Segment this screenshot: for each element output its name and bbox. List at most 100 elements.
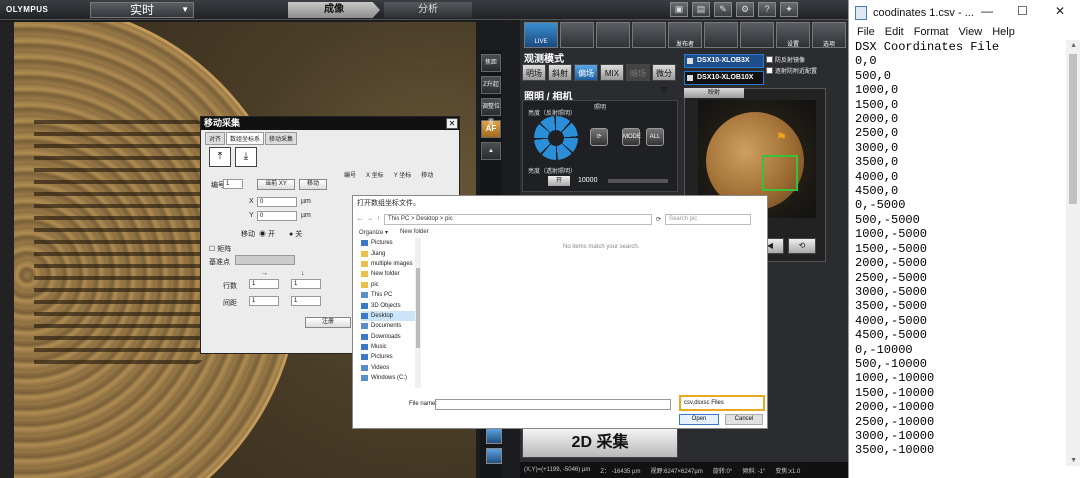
camera-icon[interactable]: ▣ — [670, 2, 688, 17]
search-input[interactable]: Search pic — [665, 213, 752, 225]
nav-item[interactable]: multiple images — [361, 259, 421, 269]
transmit-slider[interactable] — [608, 179, 668, 183]
tab-array-coords[interactable]: 数组坐标系 — [226, 132, 265, 145]
wrench-icon[interactable]: ✦ — [780, 2, 798, 17]
path-field[interactable]: This PC > Desktop > pic — [384, 213, 652, 225]
scroll-up-icon[interactable]: ▲ — [1070, 42, 1077, 49]
z-up-button[interactable]: Z升起 — [481, 76, 501, 94]
options-icon[interactable]: 选项 — [812, 22, 846, 48]
obs-polarized[interactable]: 偏场 — [574, 64, 598, 81]
back-icon[interactable]: ← — [357, 216, 363, 222]
menu-format[interactable]: Format — [914, 26, 949, 40]
nav-item[interactable]: Windows (C:) — [361, 373, 421, 383]
spacing-y-input[interactable]: 1 — [291, 296, 321, 306]
menu-view[interactable]: View — [959, 26, 983, 40]
menu-file[interactable]: File — [857, 26, 875, 40]
menu-edit[interactable]: Edit — [885, 26, 904, 40]
mode-button[interactable]: MODE — [622, 128, 641, 146]
rotate-icon[interactable]: ⟳ — [590, 128, 608, 146]
image-icon[interactable] — [560, 22, 594, 48]
nav-item[interactable]: Documents — [361, 321, 421, 331]
forward-icon[interactable]: → — [367, 216, 373, 222]
close-icon[interactable]: ✕ — [1055, 4, 1065, 18]
lens-3x[interactable]: DSX10-XLOB3X — [684, 54, 764, 68]
nav-item[interactable]: 3D Objects — [361, 300, 421, 310]
cancel-button[interactable]: Cancel — [725, 414, 763, 425]
publisher-icon[interactable]: 发布者 — [668, 22, 702, 48]
file-name-input[interactable] — [435, 399, 671, 410]
tab-move-acquire[interactable]: 移动采集 — [265, 132, 298, 145]
tab-analysis[interactable]: 分析 — [384, 2, 472, 18]
tab-align[interactable]: 对齐 — [205, 132, 226, 145]
all-button[interactable]: ALL — [646, 128, 664, 146]
nav-item[interactable]: This PC — [361, 290, 421, 300]
move-on-radio[interactable]: ◉ 开 — [259, 229, 275, 239]
illumination-wheel[interactable] — [534, 116, 578, 160]
open-file-icon[interactable]: ⤒ — [209, 147, 231, 167]
nav-item[interactable]: pic — [361, 280, 421, 290]
checkbox[interactable] — [766, 67, 773, 74]
live-camera-icon[interactable]: LIVE — [524, 22, 558, 48]
tools-icon[interactable]: ✎ — [714, 2, 732, 17]
mode-select[interactable]: 实时 ▼ — [90, 2, 194, 18]
layout-icon[interactable] — [740, 22, 774, 48]
stitch-icon[interactable] — [632, 22, 666, 48]
obs-darkfield[interactable]: 暗场 — [626, 64, 650, 81]
grid-icon[interactable] — [596, 22, 630, 48]
close-icon[interactable]: ✕ — [446, 118, 458, 129]
obs-dic[interactable]: 微分干 — [652, 64, 676, 95]
current-xy-button[interactable]: 当前 XY — [257, 179, 295, 190]
nav-item[interactable]: Pictures — [361, 352, 421, 362]
move-off-radio[interactable]: ● 关 — [289, 229, 302, 239]
matrix-checkbox[interactable]: ☐ 矩阵 — [209, 244, 231, 254]
new-folder-button[interactable]: New folder — [400, 229, 429, 235]
checkbox[interactable] — [766, 56, 773, 63]
tool-icon[interactable] — [486, 428, 502, 444]
maximize-icon[interactable]: ☐ — [1017, 4, 1028, 18]
menu-help[interactable]: Help — [992, 26, 1015, 40]
rowcount-input[interactable]: 1 — [249, 279, 279, 289]
minimap-refresh-button[interactable]: ⟲ — [788, 238, 816, 254]
obs-brightfield[interactable]: 明场 — [522, 64, 546, 81]
obs-mix[interactable]: MIX — [600, 64, 624, 81]
nav-item-selected[interactable]: Desktop — [361, 310, 421, 322]
tool-icon[interactable] — [486, 448, 502, 464]
minimize-icon[interactable]: — — [981, 4, 993, 18]
nav-item[interactable]: Music — [361, 342, 421, 352]
conditions-icon[interactable]: 设置 — [776, 22, 810, 48]
arrow-up-icon[interactable]: ▲ — [481, 142, 501, 160]
adjust-position-button[interactable]: 调整位置 — [481, 98, 501, 126]
focus-button[interactable]: 焦距 — [481, 54, 501, 72]
obs-oblique[interactable]: 斜射 — [548, 64, 572, 81]
save-file-icon[interactable]: ⤓ — [235, 147, 257, 167]
register-button[interactable]: 注册 — [305, 317, 351, 328]
acquire-2d-button[interactable]: 2D 采集 — [522, 428, 678, 458]
nav-item[interactable]: Jiang — [361, 248, 421, 258]
tab-imaging[interactable]: 成像 — [288, 2, 380, 18]
nav-item[interactable]: Downloads — [361, 332, 421, 342]
organize-button[interactable]: Organize ▾ — [359, 229, 388, 236]
y-input[interactable]: 0 — [257, 211, 297, 221]
save-icon[interactable]: ▤ — [692, 2, 710, 17]
x-input[interactable]: 0 — [257, 197, 297, 207]
nav-item[interactable]: Videos — [361, 363, 421, 373]
lens-10x[interactable]: DSX10-XLOB10X — [684, 71, 764, 85]
nav-item[interactable]: Pictures — [361, 238, 421, 248]
autofocus-button[interactable]: AF — [481, 120, 501, 138]
spacing-x-input[interactable]: 1 — [249, 296, 279, 306]
nav-scrollbar[interactable] — [415, 238, 421, 388]
move-button[interactable]: 移动 — [299, 179, 327, 190]
notepad-text-area[interactable]: DSX Coordinates File 0,0 500,0 1000,0 1500,0… — [855, 40, 1059, 458]
scroll-down-icon[interactable]: ▼ — [1070, 457, 1077, 464]
open-button[interactable]: Open — [679, 414, 719, 425]
nav-item[interactable]: New folder — [361, 269, 421, 279]
up-icon[interactable]: ↑ — [377, 216, 380, 222]
help-icon[interactable]: ? — [758, 2, 776, 17]
transmit-on-button[interactable]: 开 — [548, 176, 570, 186]
settings-icon[interactable]: ⚙ — [736, 2, 754, 17]
base-point-select[interactable] — [235, 255, 295, 265]
number-stepper[interactable]: 1 — [223, 179, 243, 189]
refresh-icon[interactable]: ⟳ — [656, 216, 661, 223]
display-icon[interactable] — [704, 22, 738, 48]
file-type-select[interactable]: csv,dsxsc Files — [679, 395, 765, 411]
